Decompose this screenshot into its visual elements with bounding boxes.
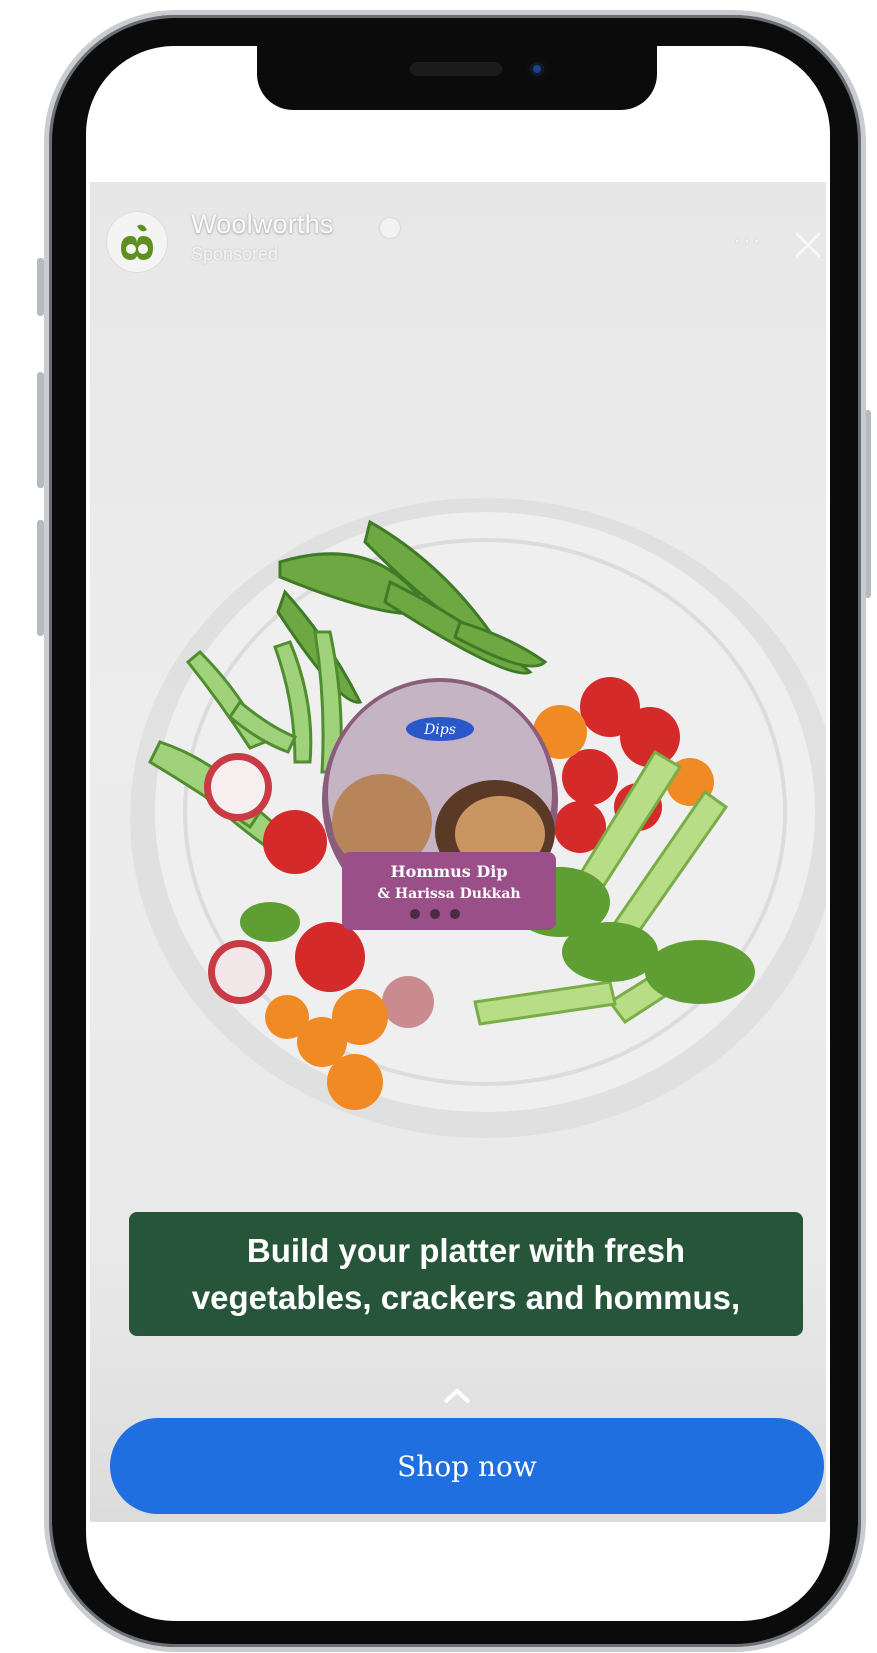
brand-avatar[interactable] bbox=[107, 212, 167, 272]
caption-line-1: Build your platter with fresh bbox=[246, 1232, 686, 1269]
woolworths-logo-icon bbox=[121, 224, 153, 260]
camera-lens bbox=[533, 65, 541, 73]
notch bbox=[257, 46, 657, 110]
ad-caption: Build your platter with fresh vegetables… bbox=[129, 1212, 803, 1336]
product-name-line1: Hommus Dip bbox=[391, 862, 508, 881]
shop-now-button[interactable]: Shop now bbox=[110, 1418, 824, 1514]
story-ad[interactable]: Dips Hommus Dip & Harissa Dukkah Woolwor… bbox=[90, 182, 826, 1522]
close-icon[interactable] bbox=[790, 227, 826, 263]
product-name-line2: & Harissa Dukkah bbox=[377, 886, 520, 902]
brand-name[interactable]: Woolworths bbox=[191, 209, 334, 240]
chevron-up-icon[interactable] bbox=[442, 1387, 472, 1405]
side-button-mute bbox=[37, 258, 44, 316]
sponsored-label: Sponsored bbox=[191, 244, 279, 264]
product-brand: Dips bbox=[423, 722, 456, 738]
earpiece-speaker bbox=[410, 62, 502, 76]
side-button-volume-down bbox=[37, 520, 44, 636]
side-button-volume-up bbox=[37, 372, 44, 488]
more-options-icon[interactable]: ··· bbox=[733, 224, 762, 255]
verified-badge-icon bbox=[380, 218, 400, 238]
hommus-tub: Dips Hommus Dip & Harissa Dukkah bbox=[322, 678, 558, 930]
caption-line-2: vegetables, crackers and hommus, bbox=[191, 1279, 741, 1316]
